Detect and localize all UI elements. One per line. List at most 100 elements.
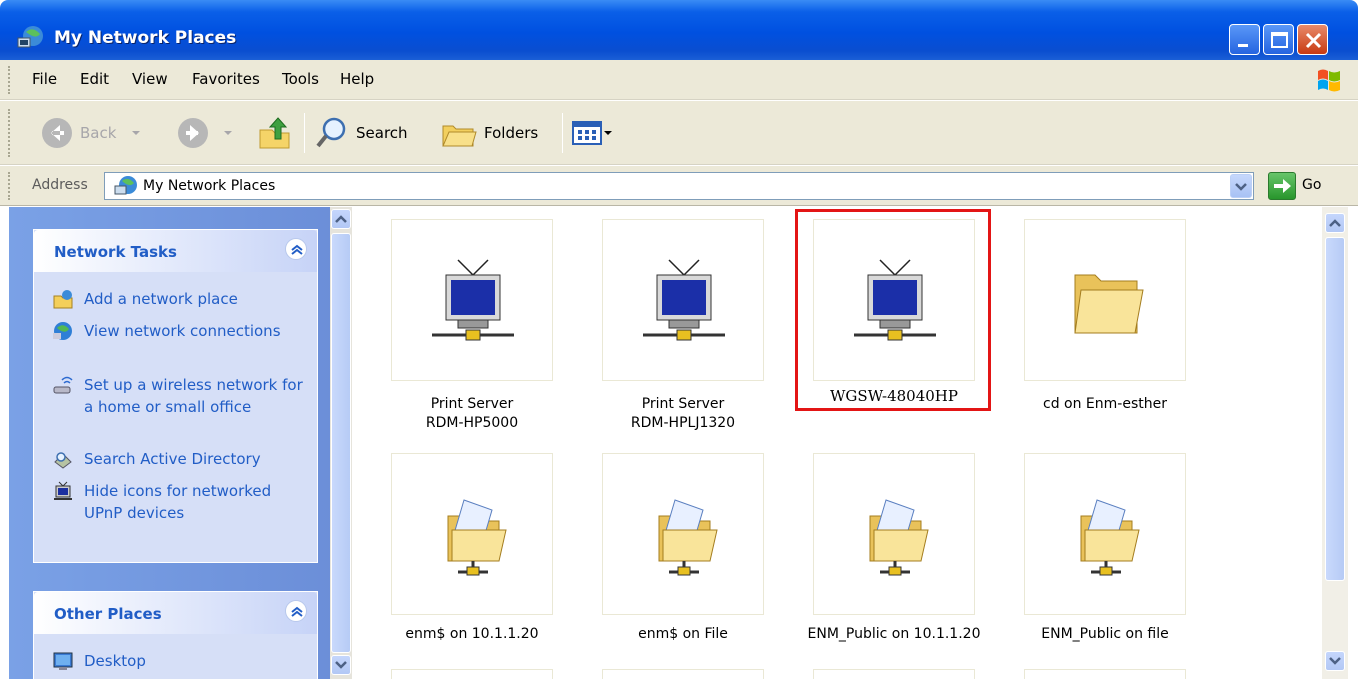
item-thumbnail-partial[interactable]	[602, 669, 764, 679]
network-places-icon	[114, 176, 137, 195]
views-button[interactable]	[572, 111, 616, 155]
item-thumbnail-partial[interactable]	[391, 669, 553, 679]
chevron-down-icon	[1235, 183, 1247, 191]
folder-icon	[1074, 274, 1144, 334]
item-thumbnail	[813, 453, 975, 615]
other-places-header[interactable]: Other Places	[34, 592, 317, 634]
forward-dropdown-icon	[224, 131, 232, 135]
address-dropdown-button[interactable]	[1230, 174, 1252, 198]
task-search-active-directory[interactable]: Search Active Directory	[52, 448, 314, 470]
network-tasks-header[interactable]: Network Tasks	[34, 230, 317, 272]
upnp-icon	[54, 481, 72, 500]
back-dropdown-icon	[132, 131, 141, 135]
standard-toolbar: Back Search Folders	[0, 101, 1358, 165]
menu-help[interactable]: Help	[340, 70, 374, 88]
chevron-down-icon	[335, 661, 347, 669]
go-label[interactable]: Go	[1302, 177, 1321, 193]
menu-grip[interactable]	[8, 66, 12, 94]
search-directory-icon	[54, 452, 72, 469]
menu-edit[interactable]: Edit	[80, 70, 109, 88]
network-share-icon	[1080, 499, 1140, 576]
collapse-button[interactable]	[285, 238, 307, 260]
network-share-icon	[658, 499, 718, 576]
scroll-down-button[interactable]	[331, 655, 351, 675]
menu-file[interactable]: File	[32, 70, 57, 88]
item-print-server-hp5000[interactable]: Print Server RDM-HP5000	[372, 219, 572, 459]
task-pane: Network Tasks Add a network place View n…	[9, 207, 340, 679]
toolbar-separator	[562, 113, 563, 153]
item-thumbnail-partial[interactable]	[813, 669, 975, 679]
menu-bar: File Edit View Favorites Tools Help	[0, 60, 1358, 100]
network-share-icon	[869, 499, 929, 576]
desktop-icon	[53, 652, 73, 670]
close-icon	[1305, 32, 1322, 49]
task-setup-wireless[interactable]: Set up a wireless network for a home or …	[52, 374, 314, 418]
item-cd-on-enm-esther[interactable]: cd on Enm-esther	[1005, 219, 1205, 459]
maximize-button[interactable]	[1263, 24, 1294, 55]
go-button[interactable]	[1268, 172, 1296, 200]
back-button[interactable]: Back	[40, 111, 146, 155]
task-add-network-place[interactable]: Add a network place	[52, 288, 314, 310]
item-thumbnail	[602, 453, 764, 615]
network-connections-icon	[53, 322, 72, 340]
address-bar: Address My Network Places Go	[0, 166, 1358, 206]
item-thumbnail-partial[interactable]	[1024, 669, 1186, 679]
network-tasks-panel: Network Tasks Add a network place View n…	[33, 229, 318, 563]
menu-tools[interactable]: Tools	[282, 70, 319, 88]
maximize-icon	[1271, 32, 1288, 48]
forward-arrow-icon	[178, 118, 208, 148]
scroll-up-button[interactable]	[331, 209, 351, 229]
menu-favorites[interactable]: Favorites	[192, 70, 260, 88]
views-dropdown-icon	[604, 131, 612, 135]
collapse-button[interactable]	[285, 600, 307, 622]
search-button[interactable]: Search	[314, 111, 408, 155]
scroll-up-button[interactable]	[1325, 213, 1345, 233]
other-places-title: Other Places	[54, 605, 162, 623]
item-thumbnail	[602, 219, 764, 381]
window-title: My Network Places	[54, 28, 237, 48]
item-thumbnail	[1024, 219, 1186, 381]
close-button[interactable]	[1297, 24, 1328, 55]
toolbar-separator	[304, 113, 305, 153]
title-bar[interactable]: My Network Places	[0, 0, 1358, 60]
address-grip[interactable]	[8, 172, 12, 200]
scroll-thumb[interactable]	[1325, 237, 1345, 581]
minimize-icon	[1238, 44, 1248, 47]
items-scrollbar[interactable]	[1322, 207, 1348, 679]
item-enm-on-file[interactable]: enm$ on File	[583, 453, 783, 653]
item-thumbnail	[1024, 453, 1186, 615]
address-value: My Network Places	[143, 178, 276, 194]
network-share-icon	[447, 499, 507, 576]
item-enm-public-on-10-1-1-20[interactable]: ENM_Public on 10.1.1.20	[794, 453, 994, 653]
minimize-button[interactable]	[1229, 24, 1260, 55]
item-thumbnail	[391, 219, 553, 381]
toolbar-grip[interactable]	[8, 109, 12, 157]
windows-logo-icon	[1318, 69, 1340, 92]
search-icon	[316, 117, 346, 148]
scroll-thumb[interactable]	[331, 233, 351, 653]
item-thumbnail	[391, 453, 553, 615]
folders-button[interactable]: Folders	[440, 111, 538, 155]
chevron-up-icon	[1329, 219, 1341, 227]
up-folder-button[interactable]	[256, 111, 294, 155]
wireless-icon	[53, 376, 73, 394]
upnp-device-icon	[643, 259, 725, 341]
scroll-down-button[interactable]	[1325, 651, 1345, 671]
place-desktop[interactable]: Desktop	[52, 650, 314, 672]
item-enm-on-10-1-1-20[interactable]: enm$ on 10.1.1.20	[372, 453, 572, 653]
add-network-place-icon	[53, 290, 73, 309]
forward-button[interactable]	[176, 111, 238, 155]
folders-icon	[442, 125, 477, 147]
selection-highlight	[795, 209, 991, 411]
task-view-network-connections[interactable]: View network connections	[52, 320, 314, 342]
item-enm-public-on-file[interactable]: ENM_Public on file	[1005, 453, 1205, 653]
menu-view[interactable]: View	[132, 70, 168, 88]
go-arrow-icon	[1274, 179, 1291, 193]
item-print-server-hplj1320[interactable]: Print Server RDM-HPLJ1320	[583, 219, 783, 459]
address-input[interactable]: My Network Places	[104, 172, 1254, 200]
task-hide-upnp-icons[interactable]: Hide icons for networked UPnP devices	[52, 480, 314, 524]
chevron-up-icon	[335, 215, 347, 223]
views-icon	[572, 121, 602, 145]
network-tasks-title: Network Tasks	[54, 243, 177, 261]
task-pane-scrollbar[interactable]	[330, 207, 352, 679]
